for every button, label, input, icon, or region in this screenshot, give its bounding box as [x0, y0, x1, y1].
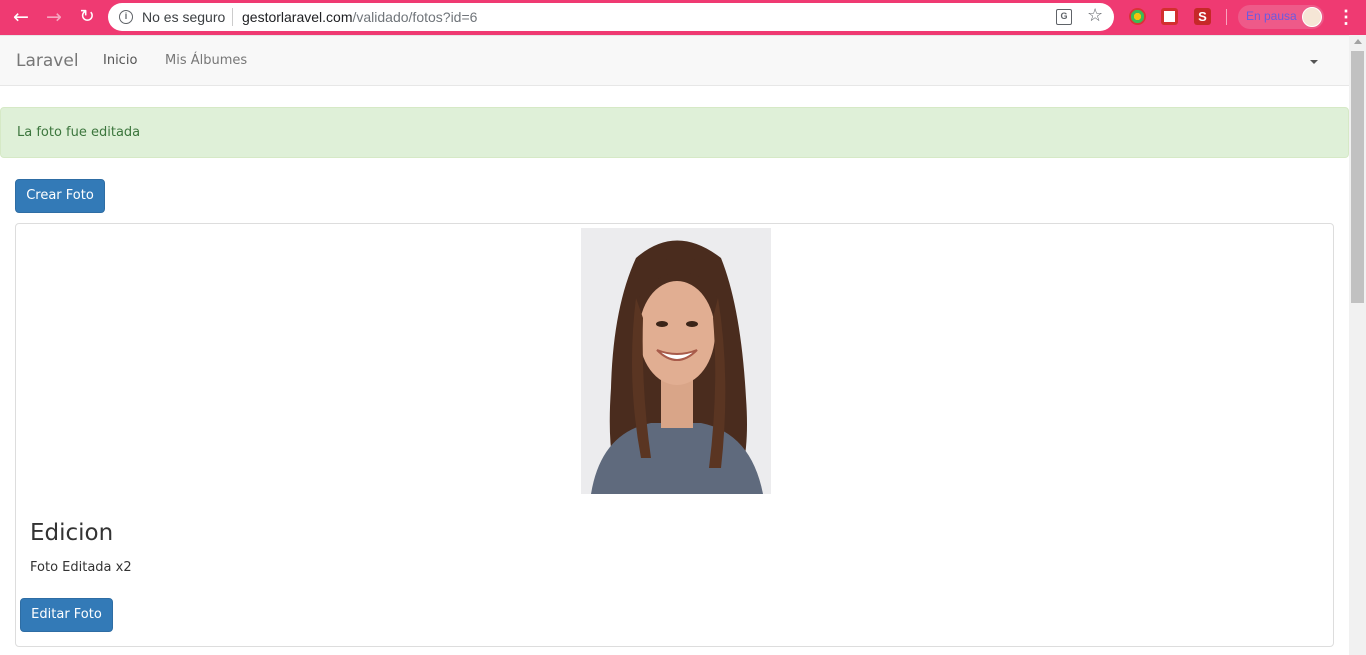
edit-photo-button[interactable]: Editar Foto — [20, 598, 113, 632]
address-bar[interactable]: i No es seguro gestorlaravel.com/validad… — [108, 3, 1114, 31]
create-photo-button[interactable]: Crear Foto — [15, 179, 105, 213]
photo-image — [581, 228, 771, 494]
toolbar-divider — [1226, 9, 1227, 25]
more-menu-icon[interactable]: ⋮ — [1337, 6, 1355, 28]
info-icon[interactable]: i — [119, 10, 133, 24]
navbar-brand[interactable]: Laravel — [16, 51, 79, 71]
back-arrow-icon[interactable]: ← — [10, 6, 32, 28]
success-alert: La foto fue editada — [0, 107, 1349, 158]
vertical-scrollbar[interactable] — [1349, 35, 1366, 655]
extension-pocket-icon[interactable] — [1161, 8, 1178, 25]
bookmark-star-icon[interactable]: ☆ — [1087, 5, 1103, 26]
reload-icon[interactable]: ↻ — [76, 6, 98, 28]
photo-card: Edicion Foto Editada x2 — [15, 223, 1334, 647]
portrait-illustration — [581, 228, 771, 494]
profile-label: En pausa — [1246, 9, 1297, 23]
nav-link-albums[interactable]: Mis Álbumes — [165, 53, 247, 68]
navbar: Laravel Inicio Mis Álbumes — [0, 35, 1349, 86]
profile-button[interactable]: En pausa — [1238, 5, 1324, 29]
omnibox-divider — [232, 8, 233, 26]
photo-title: Edicion — [30, 520, 114, 546]
security-label[interactable]: No es seguro — [142, 9, 225, 25]
alert-message: La foto fue editada — [17, 125, 141, 140]
nav-link-inicio[interactable]: Inicio — [103, 53, 137, 68]
avatar — [1302, 7, 1322, 27]
extension-color-icon[interactable] — [1129, 8, 1146, 25]
scroll-up-arrow-icon[interactable] — [1354, 39, 1362, 44]
translate-icon[interactable]: G — [1056, 9, 1072, 25]
scrollbar-thumb[interactable] — [1351, 51, 1364, 303]
browser-toolbar: ← → ↻ i No es seguro gestorlaravel.com/v… — [0, 0, 1366, 35]
url-text[interactable]: gestorlaravel.com/validado/fotos?id=6 — [242, 9, 477, 25]
extension-s-icon[interactable]: S — [1194, 8, 1211, 25]
photo-description: Foto Editada x2 — [30, 560, 132, 575]
forward-arrow-icon[interactable]: → — [43, 6, 65, 28]
url-host: gestorlaravel.com — [242, 9, 353, 25]
page-viewport: Laravel Inicio Mis Álbumes La foto fue e… — [0, 35, 1349, 655]
url-path: /validado/fotos?id=6 — [352, 9, 478, 25]
user-dropdown-caret-icon[interactable] — [1310, 60, 1318, 64]
